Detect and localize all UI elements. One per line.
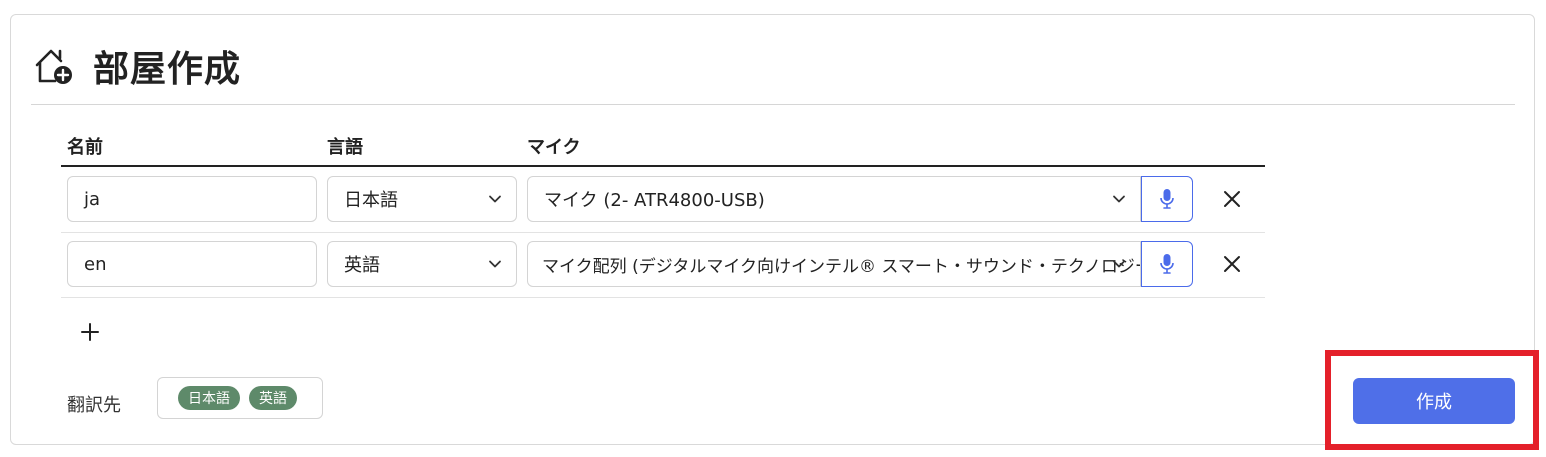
column-header-name: 名前 <box>67 137 103 158</box>
chip-japanese: 日本語 <box>178 386 240 410</box>
language-select-value: 英語 <box>344 255 380 276</box>
microphone-icon <box>1160 254 1174 274</box>
plus-icon <box>81 323 99 341</box>
close-icon <box>1224 191 1240 207</box>
mic-test-button-row-1[interactable] <box>1141 176 1193 222</box>
mic-select-row-2[interactable]: マイク配列 (デジタルマイク向けインテル® スマート・サウンド・テクノロジー) <box>527 241 1141 287</box>
language-select-value: 日本語 <box>344 190 398 211</box>
column-header-mic: マイク <box>527 137 581 158</box>
chevron-down-icon <box>1113 260 1125 268</box>
remove-row-button-1[interactable] <box>1217 184 1247 214</box>
chevron-down-icon <box>489 260 501 268</box>
page-title: 部屋作成 <box>93 49 242 90</box>
chevron-down-icon <box>489 195 501 203</box>
create-room-card: 部屋作成 名前 言語 マイク ja 日本語 マイク (2- ATR4800-US… <box>10 14 1535 445</box>
language-select-row-1[interactable]: 日本語 <box>327 176 517 222</box>
page-header: 部屋作成 <box>33 41 241 91</box>
name-input-row-1[interactable]: ja <box>67 176 317 222</box>
translation-target-chips: 日本語 英語 <box>157 377 323 419</box>
add-row-button[interactable] <box>75 317 105 347</box>
chip-english: 英語 <box>249 386 297 410</box>
close-icon <box>1224 256 1240 272</box>
row-divider <box>61 297 1265 298</box>
home-add-icon <box>35 49 72 84</box>
header-divider <box>31 104 1515 105</box>
mic-select-row-1[interactable]: マイク (2- ATR4800-USB) <box>527 176 1141 222</box>
highlight-annotation-box <box>1325 350 1539 450</box>
row-divider <box>61 232 1265 233</box>
microphone-icon <box>1160 189 1174 209</box>
language-select-row-2[interactable]: 英語 <box>327 241 517 287</box>
remove-row-button-2[interactable] <box>1217 249 1247 279</box>
mic-select-value: マイク配列 (デジタルマイク向けインテル® スマート・サウンド・テクノロジー) <box>542 256 1141 277</box>
translation-target-label: 翻訳先 <box>67 395 121 416</box>
mic-test-button-row-2[interactable] <box>1141 241 1193 287</box>
column-header-language: 言語 <box>327 137 363 158</box>
chevron-down-icon <box>1113 195 1125 203</box>
table-header-rule <box>61 165 1265 167</box>
mic-select-value: マイク (2- ATR4800-USB) <box>544 190 765 211</box>
name-input-row-2[interactable]: en <box>67 241 317 287</box>
